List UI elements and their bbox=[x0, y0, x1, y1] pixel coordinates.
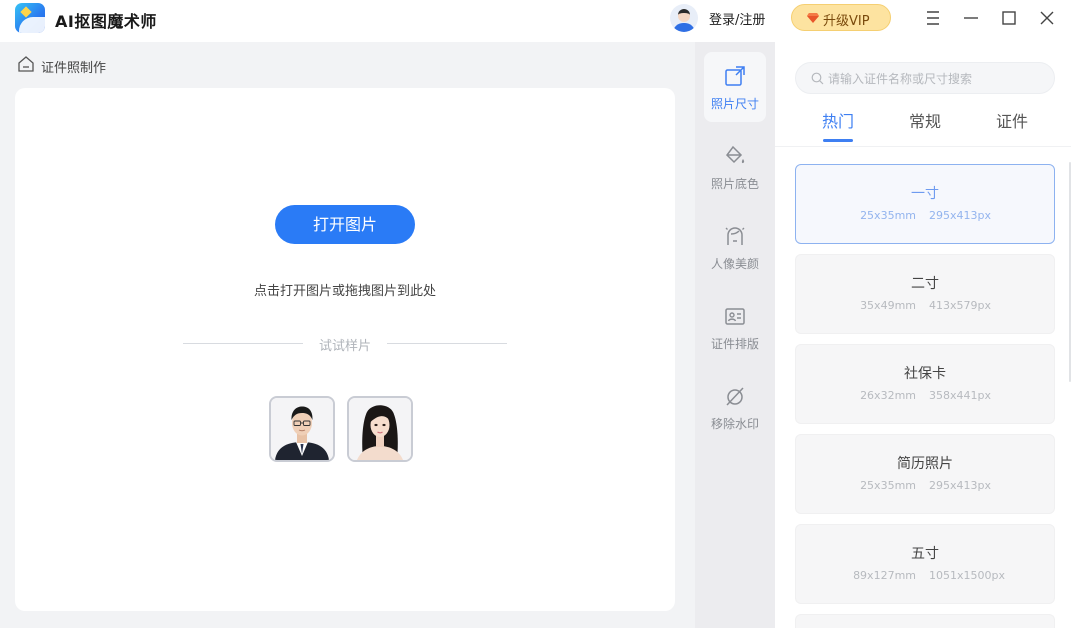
photo-size-icon bbox=[725, 66, 745, 86]
tool-id-layout[interactable]: 证件排版 bbox=[704, 292, 766, 362]
face-beauty-icon bbox=[725, 227, 745, 245]
divider-right bbox=[387, 343, 507, 344]
tab-certificate[interactable]: 证件 bbox=[982, 108, 1042, 132]
spec-mm: 25x35mm bbox=[860, 209, 916, 222]
spec-mm: 25x35mm bbox=[860, 479, 916, 492]
upgrade-vip-button[interactable]: 升级VIP bbox=[791, 4, 891, 31]
tool-remove-watermark[interactable]: 移除水印 bbox=[704, 372, 766, 442]
diamond-icon bbox=[807, 13, 819, 23]
tab-regular[interactable]: 常规 bbox=[895, 108, 955, 132]
open-image-button[interactable]: 打开图片 bbox=[275, 205, 415, 244]
spec-name: 一寸 bbox=[911, 186, 939, 202]
tool-face-beauty[interactable]: 人像美颜 bbox=[704, 212, 766, 282]
spec-item[interactable]: 简历照片 25x35mm 295x413px bbox=[795, 434, 1055, 514]
minimize-icon[interactable] bbox=[959, 6, 983, 30]
spec-item[interactable]: 一寸 25x35mm 295x413px bbox=[795, 164, 1055, 244]
user-avatar[interactable] bbox=[670, 4, 698, 32]
spec-mm: 35x49mm bbox=[860, 299, 916, 312]
drop-hint: 点击打开图片或拖拽图片到此处 bbox=[253, 284, 436, 299]
upload-area[interactable]: 打开图片 点击打开图片或拖拽图片到此处 试试样片 bbox=[15, 88, 675, 611]
tool-label: 移除水印 bbox=[710, 417, 759, 431]
search-box[interactable] bbox=[795, 62, 1055, 94]
id-card-icon bbox=[725, 308, 745, 325]
sample-photo-woman[interactable] bbox=[347, 396, 413, 462]
remove-watermark-icon bbox=[726, 387, 744, 406]
breadcrumb-label: 证件照制作 bbox=[41, 61, 107, 76]
maximize-icon[interactable] bbox=[997, 6, 1021, 30]
tool-label: 照片底色 bbox=[710, 177, 759, 191]
tab-underline bbox=[823, 139, 853, 142]
tab-separator bbox=[775, 146, 1071, 147]
spec-name: 五寸 bbox=[911, 546, 939, 562]
spec-item[interactable]: 社保卡 26x32mm 358x441px bbox=[795, 344, 1055, 424]
spec-mm: 89x127mm bbox=[853, 569, 916, 582]
spec-name: 社保卡 bbox=[904, 366, 946, 382]
tool-sidebar: 照片尺寸 照片底色 人像美颜 证件排版 移除水印 bbox=[695, 42, 775, 628]
spec-px: 1051x1500px bbox=[929, 569, 1005, 582]
spec-item-partial[interactable] bbox=[795, 614, 1055, 628]
samples-title: 试试样片 bbox=[318, 339, 371, 354]
spec-name: 简历照片 bbox=[897, 456, 953, 472]
spec-px: 295x413px bbox=[929, 479, 991, 492]
tool-label: 人像美颜 bbox=[710, 257, 759, 271]
vip-label: 升级VIP bbox=[823, 14, 870, 29]
paint-bucket-icon bbox=[726, 145, 745, 164]
spec-item[interactable]: 二寸 35x49mm 413x579px bbox=[795, 254, 1055, 334]
spec-px: 358x441px bbox=[929, 389, 991, 402]
spec-name: 二寸 bbox=[911, 276, 939, 292]
spec-px: 413x579px bbox=[929, 299, 991, 312]
tool-label: 证件排版 bbox=[710, 337, 759, 351]
tool-label: 照片尺寸 bbox=[710, 97, 759, 111]
spec-mm: 26x32mm bbox=[860, 389, 916, 402]
app-logo bbox=[15, 3, 45, 33]
home-icon bbox=[18, 56, 34, 72]
tab-hot[interactable]: 热门 bbox=[808, 108, 868, 132]
menu-icon[interactable] bbox=[921, 6, 945, 30]
login-button[interactable]: 登录/注册 bbox=[709, 9, 765, 28]
tool-background-color[interactable]: 照片底色 bbox=[704, 132, 766, 202]
spec-item[interactable]: 五寸 89x127mm 1051x1500px bbox=[795, 524, 1055, 604]
app-title: AI抠图魔术师 bbox=[55, 12, 157, 31]
search-icon bbox=[811, 72, 824, 85]
size-panel: 热门 常规 证件 一寸 25x35mm 295x413px 二寸 35x49mm… bbox=[775, 42, 1071, 628]
spec-px: 295x413px bbox=[929, 209, 991, 222]
title-bar: AI抠图魔术师 登录/注册 升级VIP bbox=[0, 0, 1071, 42]
sample-photo-man[interactable] bbox=[269, 396, 335, 462]
search-input[interactable] bbox=[828, 69, 1043, 89]
tool-photo-size[interactable]: 照片尺寸 bbox=[704, 52, 766, 122]
close-icon[interactable] bbox=[1035, 6, 1059, 30]
